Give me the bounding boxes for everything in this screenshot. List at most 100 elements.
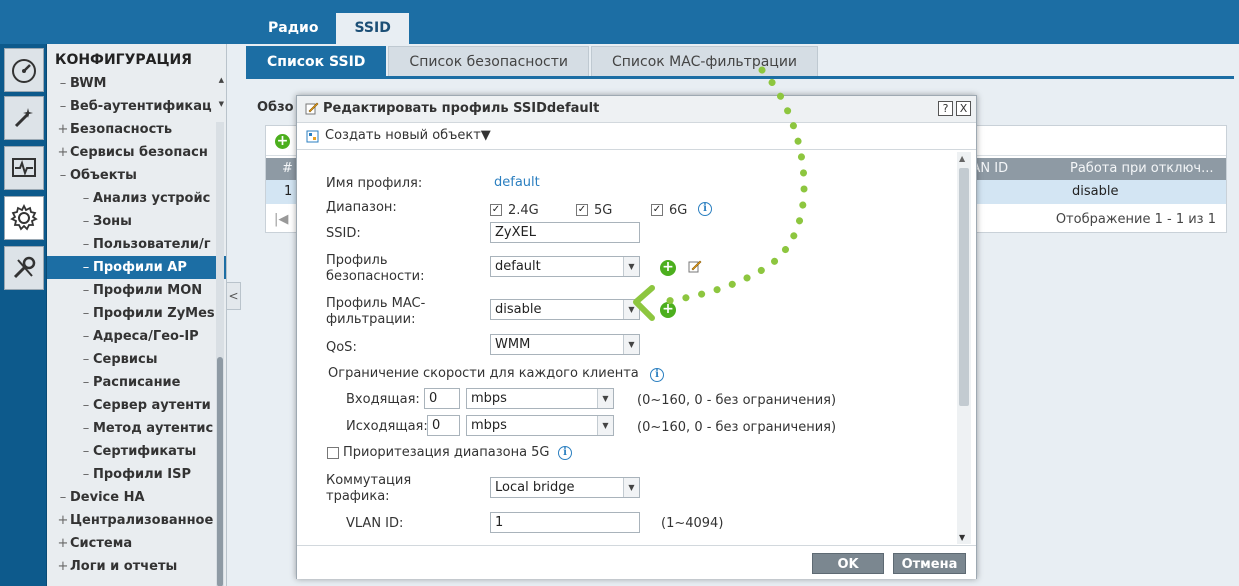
tree-expander[interactable]: + bbox=[56, 141, 70, 164]
sidebar-item[interactable]: – Профили ISP bbox=[47, 463, 226, 486]
edit-icon[interactable] bbox=[688, 259, 702, 273]
tab-ssid-list[interactable]: Список SSID bbox=[246, 46, 387, 76]
scroll-down-arrow[interactable]: ▼ bbox=[959, 533, 965, 542]
dashboard-button[interactable] bbox=[4, 48, 44, 92]
tree-expander[interactable]: + bbox=[56, 532, 70, 555]
sidebar-item[interactable]: – Профили ZyMes bbox=[47, 302, 226, 325]
incoming-rate-input[interactable]: 0 bbox=[424, 388, 460, 409]
plus-icon[interactable]: + bbox=[660, 302, 676, 318]
ok-button[interactable]: OK bbox=[812, 553, 884, 574]
sidebar-item-label: Зоны bbox=[93, 214, 132, 229]
tree-expander[interactable]: + bbox=[56, 509, 70, 532]
tab-security-list[interactable]: Список безопасности bbox=[388, 46, 589, 76]
sidebar-item[interactable]: – Адреса/Гео-IP bbox=[47, 325, 226, 348]
tree-expander[interactable]: – bbox=[56, 95, 70, 118]
tree-expander[interactable]: – bbox=[79, 417, 93, 440]
tree-expander[interactable]: – bbox=[79, 463, 93, 486]
dialog-scrollbar[interactable]: ▲ ▼ bbox=[957, 152, 971, 544]
tree-expander[interactable]: – bbox=[56, 164, 70, 187]
sidebar-item[interactable]: – Веб-аутентификац bbox=[47, 95, 226, 118]
help-icon[interactable]: ? bbox=[938, 101, 953, 116]
info-icon[interactable]: i bbox=[558, 446, 572, 460]
info-icon[interactable]: i bbox=[650, 368, 664, 382]
incoming-unit-select[interactable]: mbps ▼ bbox=[466, 388, 614, 409]
sidebar-item[interactable]: – Профили MON bbox=[47, 279, 226, 302]
qos-value: WMM bbox=[495, 337, 531, 352]
sidebar-item[interactable]: + Централизованное bbox=[47, 509, 226, 532]
tree-expander[interactable]: – bbox=[79, 371, 93, 394]
plus-icon[interactable]: + bbox=[275, 134, 290, 149]
sidebar-item[interactable]: – Зоны bbox=[47, 210, 226, 233]
tools-icon bbox=[13, 256, 36, 279]
sidebar-scrollbar[interactable] bbox=[216, 122, 224, 586]
tree-expander[interactable]: + bbox=[56, 555, 70, 578]
vlan-id-hint: (1~4094) bbox=[661, 516, 724, 531]
first-page-button[interactable]: |◀ bbox=[274, 208, 288, 232]
create-new-object-menu[interactable]: Создать новый объект▼ bbox=[325, 128, 491, 143]
sidebar-item-label: Сервисы bbox=[93, 352, 158, 367]
sidebar-item[interactable]: + Безопасность bbox=[47, 118, 226, 141]
band-5g-label: 5G bbox=[594, 203, 613, 218]
configuration-button[interactable] bbox=[4, 196, 44, 240]
sidebar-item[interactable]: – Объекты bbox=[47, 164, 226, 187]
monitor-button[interactable] bbox=[4, 146, 44, 190]
band-6g-checkbox[interactable]: ✓ bbox=[651, 204, 663, 216]
band-priority-checkbox[interactable] bbox=[327, 447, 339, 459]
tree-expander[interactable]: – bbox=[79, 256, 93, 279]
band-5g-checkbox[interactable]: ✓ bbox=[576, 204, 588, 216]
sidebar-item[interactable]: – Сервисы bbox=[47, 348, 226, 371]
tree-expander[interactable]: – bbox=[79, 394, 93, 417]
chevron-down-icon: ▼ bbox=[623, 478, 639, 497]
sidebar-item[interactable]: + Сервисы безопасн bbox=[47, 141, 226, 164]
tree-expander[interactable]: – bbox=[79, 279, 93, 302]
tree-expander[interactable]: – bbox=[79, 348, 93, 371]
sidebar-item[interactable]: – BWM bbox=[47, 72, 226, 95]
tree-expander[interactable]: – bbox=[79, 187, 93, 210]
sidebar-item[interactable]: + Логи и отчеты bbox=[47, 555, 226, 578]
ssid-input[interactable]: ZyXEL bbox=[490, 222, 640, 243]
sidebar-item[interactable]: – Профили AP bbox=[47, 256, 226, 279]
maintenance-button[interactable] bbox=[4, 246, 44, 290]
tree-expander[interactable]: – bbox=[79, 233, 93, 256]
wizard-button[interactable] bbox=[4, 96, 44, 140]
sidebar-item[interactable]: – Пользователи/г bbox=[47, 233, 226, 256]
close-icon[interactable]: X bbox=[956, 101, 971, 116]
sidebar-item[interactable]: – Сервер аутенти bbox=[47, 394, 226, 417]
sidebar-scroll-thumb[interactable] bbox=[217, 357, 223, 586]
security-profile-select[interactable]: default ▼ bbox=[490, 256, 640, 277]
row-number: 1 bbox=[284, 184, 293, 199]
tree-expander[interactable]: – bbox=[79, 440, 93, 463]
tree-expander[interactable]: + bbox=[56, 118, 70, 141]
tree-expander[interactable]: – bbox=[79, 302, 93, 325]
sidebar-item[interactable]: – Расписание bbox=[47, 371, 226, 394]
sidebar-item[interactable]: – Метод аутентис bbox=[47, 417, 226, 440]
dialog-scroll-thumb[interactable] bbox=[959, 168, 969, 406]
info-icon[interactable]: i bbox=[698, 202, 712, 216]
traffic-switching-select[interactable]: Local bridge ▼ bbox=[490, 477, 640, 498]
tree-expander[interactable]: – bbox=[79, 210, 93, 233]
vlan-id-input[interactable]: 1 bbox=[490, 512, 640, 533]
sidebar-item[interactable]: – Device HA bbox=[47, 486, 226, 509]
tab-radio[interactable]: Радио bbox=[250, 13, 336, 44]
tree-expander[interactable]: – bbox=[56, 486, 70, 509]
band-2g-checkbox[interactable]: ✓ bbox=[490, 204, 502, 216]
plus-icon[interactable]: + bbox=[660, 260, 676, 276]
sidebar-item-label: Система bbox=[70, 536, 133, 551]
tab-mac-filter-list[interactable]: Список MAC-фильтрации bbox=[590, 46, 819, 76]
tree-expander[interactable]: – bbox=[79, 325, 93, 348]
traffic-switching-value: Local bridge bbox=[495, 480, 575, 495]
sidebar-item[interactable]: – Анализ устройс bbox=[47, 187, 226, 210]
outgoing-rate-input[interactable]: 0 bbox=[427, 415, 460, 436]
cancel-button[interactable]: Отмена bbox=[893, 553, 966, 574]
overview-title: Обзо bbox=[257, 100, 294, 115]
vlan-id-label: VLAN ID: bbox=[346, 516, 404, 531]
sidebar-collapse-handle[interactable]: < bbox=[227, 282, 241, 310]
qos-select[interactable]: WMM ▼ bbox=[490, 334, 640, 355]
sidebar-item[interactable]: + Система bbox=[47, 532, 226, 555]
mac-filter-profile-select[interactable]: disable ▼ bbox=[490, 299, 640, 320]
sidebar-item[interactable]: – Сертификаты bbox=[47, 440, 226, 463]
tree-expander[interactable]: – bbox=[56, 72, 70, 95]
tab-ssid[interactable]: SSID bbox=[336, 13, 409, 44]
outgoing-unit-select[interactable]: mbps ▼ bbox=[466, 415, 614, 436]
scroll-up-arrow[interactable]: ▲ bbox=[959, 154, 965, 163]
